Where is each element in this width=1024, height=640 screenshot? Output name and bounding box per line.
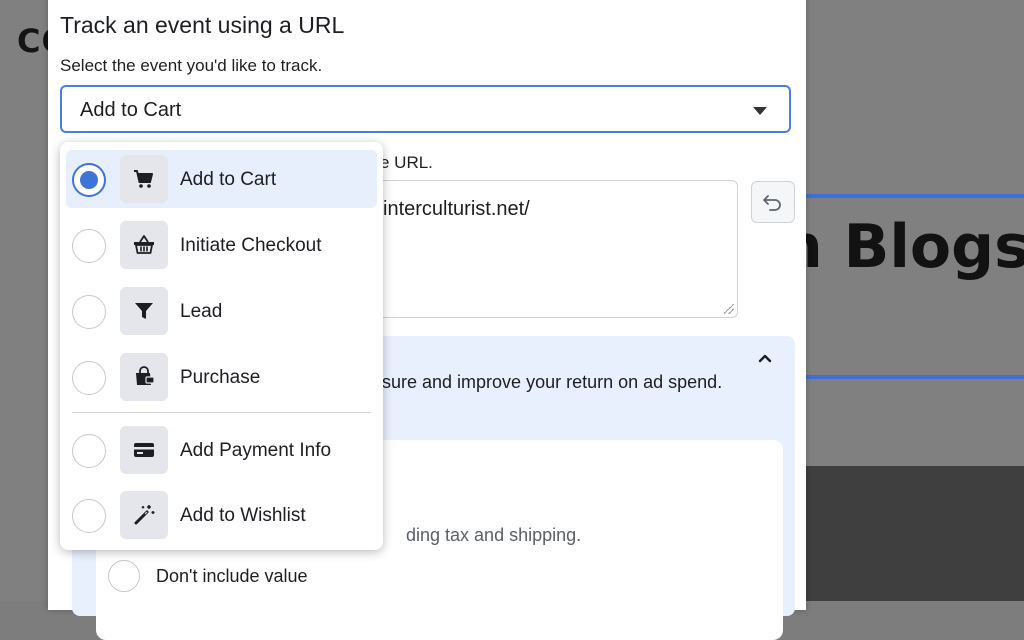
reset-url-button[interactable] xyxy=(751,181,795,223)
menu-item-label: Purchase xyxy=(180,367,261,388)
menu-item-label: Lead xyxy=(180,301,223,322)
credit-card-icon xyxy=(120,426,168,474)
menu-item-label: Add Payment Info xyxy=(180,440,332,461)
menu-divider xyxy=(72,412,371,413)
radio-unselected[interactable] xyxy=(72,361,106,395)
radio-selected[interactable] xyxy=(72,163,106,197)
magic-wand-icon xyxy=(120,491,168,539)
menu-item-add-to-wishlist[interactable]: Add to Wishlist xyxy=(66,486,377,544)
menu-item-label: Add to Wishlist xyxy=(180,505,306,526)
value-description: ding tax and shipping. xyxy=(406,525,582,545)
caret-down-icon xyxy=(753,107,767,115)
chevron-up-icon[interactable] xyxy=(755,348,775,368)
shopping-bag-icon xyxy=(120,353,168,401)
menu-item-add-to-cart[interactable]: Add to Cart xyxy=(66,150,377,208)
event-dropdown-menu: Add to Cart Initiate Checkout Lead Purch… xyxy=(60,142,383,550)
no-value-radio[interactable] xyxy=(108,560,140,592)
modal-subtitle: Select the event you'd like to track. xyxy=(60,56,323,75)
background-headline: n Blogs xyxy=(780,212,1024,282)
resize-handle-icon[interactable] xyxy=(724,304,734,314)
menu-item-add-payment-info[interactable]: Add Payment Info xyxy=(66,421,377,479)
radio-unselected[interactable] xyxy=(72,434,106,468)
background-accent-line-top xyxy=(806,194,1024,198)
info-text: sure and improve your return on ad spend… xyxy=(382,372,723,392)
event-select-value: Add to Cart xyxy=(80,99,182,121)
radio-dot xyxy=(80,171,98,189)
event-select[interactable]: Add to Cart xyxy=(60,85,791,133)
menu-item-initiate-checkout[interactable]: Initiate Checkout xyxy=(66,216,377,274)
background-accent-line-bottom xyxy=(806,375,1024,379)
url-label: e URL. xyxy=(380,153,433,172)
cart-icon xyxy=(120,155,168,203)
url-input-value: interculturist.net/ xyxy=(383,198,530,220)
radio-unselected[interactable] xyxy=(72,295,106,329)
basket-icon xyxy=(120,221,168,269)
radio-unselected[interactable] xyxy=(72,499,106,533)
menu-item-purchase[interactable]: Purchase xyxy=(66,348,377,406)
no-value-label: Don't include value xyxy=(156,566,308,586)
undo-icon xyxy=(763,195,781,211)
funnel-icon xyxy=(120,287,168,335)
menu-item-label: Add to Cart xyxy=(180,169,277,190)
background-image-block xyxy=(806,466,1024,601)
radio-unselected[interactable] xyxy=(72,229,106,263)
menu-item-lead[interactable]: Lead xyxy=(66,282,377,340)
menu-item-label: Initiate Checkout xyxy=(180,235,322,256)
modal-title: Track an event using a URL xyxy=(60,12,345,38)
